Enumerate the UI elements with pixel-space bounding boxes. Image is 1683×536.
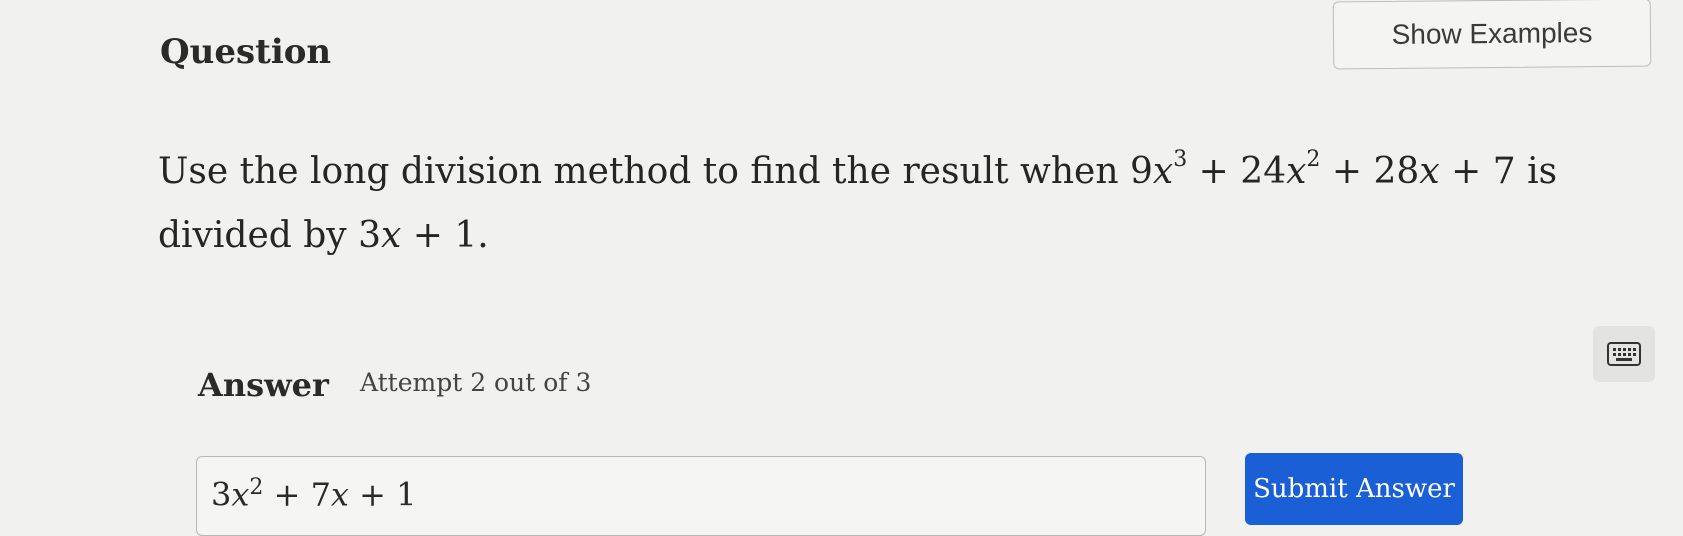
submit-answer-button[interactable]: Submit Answer <box>1245 453 1463 525</box>
question-text: Use the long division method to find the… <box>158 132 1618 268</box>
answer-label: Answer <box>198 366 329 404</box>
keyboard-toggle-button[interactable] <box>1593 326 1655 382</box>
show-examples-button[interactable]: Show Examples <box>1332 0 1652 70</box>
question-heading: Question <box>160 32 332 72</box>
attempt-counter: Attempt 2 out of 3 <box>360 368 592 397</box>
divisor-expression: 3x + 1 <box>358 215 478 256</box>
answer-input[interactable]: 3x2 + 7x + 1 <box>196 456 1206 536</box>
dividend-expression: 9x3 + 24x2 + 28x + 7 <box>1130 147 1516 192</box>
keyboard-icon <box>1607 342 1641 366</box>
question-prefix: Use the long division method to find the… <box>158 151 1119 192</box>
question-end: . <box>477 215 489 256</box>
